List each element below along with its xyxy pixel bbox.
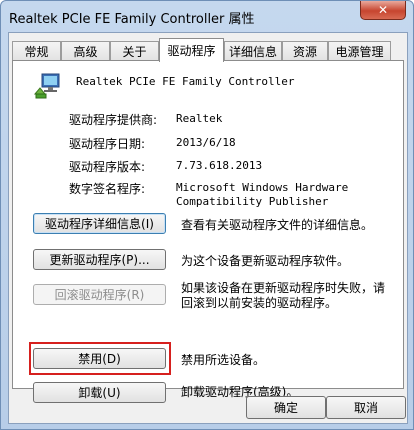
provider-label: 驱动程序提供商: [69,113,158,127]
uninstall-button[interactable]: 卸载(U) [33,382,166,403]
driver-date-label: 驱动程序日期: [69,137,146,151]
tab-about[interactable]: 关于 [110,41,159,60]
cancel-button[interactable]: 取消 [326,396,406,419]
driver-details-button[interactable]: 驱动程序详细信息(I) [33,213,166,234]
roll-back-driver-description: 如果该设备在更新驱动程序时失败，请 回滚到以前安装的驱动程序。 [181,281,386,310]
tab-driver[interactable]: 驱动程序 [159,38,224,62]
disable-button[interactable]: 禁用(D) [33,348,166,369]
tab-general[interactable]: 常规 [12,41,61,60]
disable-description: 禁用所选设备。 [181,353,266,367]
close-button[interactable]: ✕ [360,1,406,20]
driver-tab-panel: Realtek PCIe FE Family Controller 驱动程序提供… [12,60,404,403]
tab-power-management[interactable]: 电源管理 [328,41,391,60]
driver-date-value: 2013/6/18 [176,136,236,149]
tab-details[interactable]: 详细信息 [224,41,282,60]
tab-resources[interactable]: 资源 [282,41,328,60]
update-driver-button[interactable]: 更新驱动程序(P)... [33,249,166,270]
digital-signer-label: 数字签名程序: [69,182,146,196]
tab-advanced[interactable]: 高级 [61,41,110,60]
window-title: Realtek PCIe FE Family Controller 属性 [9,12,255,27]
title-bar[interactable]: Realtek PCIe FE Family Controller 属性 ✕ [1,1,413,33]
update-driver-description: 为这个设备更新驱动程序软件。 [181,254,350,268]
provider-value: Realtek [176,112,223,125]
properties-dialog: Realtek PCIe FE Family Controller 属性 ✕ 常… [0,0,414,430]
driver-version-label: 驱动程序版本: [69,160,146,174]
dialog-client-area: 常规 高级 关于 驱动程序 详细信息 资源 电源管理 Realtek PCIe … [8,32,408,424]
roll-back-driver-button[interactable]: 回滚驱动程序(R) [33,284,166,305]
driver-version-value: 7.73.618.2013 [176,159,263,172]
close-icon: ✕ [377,3,389,17]
driver-details-description: 查看有关驱动程序文件的详细信息。 [181,218,374,232]
ok-button[interactable]: 确定 [246,396,326,419]
network-adapter-icon [33,72,61,100]
tab-strip: 常规 高级 关于 驱动程序 详细信息 资源 电源管理 [9,33,407,62]
device-name: Realtek PCIe FE Family Controller [76,75,295,88]
digital-signer-value: Microsoft Windows Hardware Compatibility… [176,181,349,208]
